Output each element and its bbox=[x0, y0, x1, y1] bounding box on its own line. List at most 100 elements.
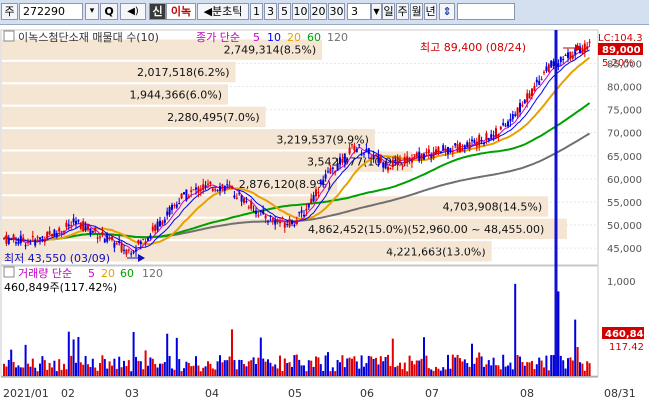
candle-body bbox=[531, 88, 533, 97]
volume-profile-label: 2,876,120(8.9%) bbox=[239, 178, 332, 191]
volume-bar bbox=[274, 364, 277, 376]
speaker-button[interactable]: ◀) bbox=[120, 3, 146, 20]
volume-bar bbox=[192, 365, 195, 376]
tab-year-label: 년 bbox=[425, 5, 436, 18]
candle-body bbox=[168, 207, 171, 215]
candle-body bbox=[535, 79, 538, 83]
market-select[interactable]: 주 bbox=[1, 3, 18, 20]
interval-20-button[interactable]: 20 bbox=[310, 3, 327, 20]
stock-chart[interactable]: 2,749,314(8.5%) 2,017,518(6.2%) 1,944,366(… bbox=[0, 25, 649, 403]
volume-bar bbox=[495, 365, 497, 376]
candle-body bbox=[216, 190, 219, 192]
candle-body bbox=[533, 86, 536, 91]
volume-bar bbox=[252, 357, 255, 376]
volume-bar bbox=[180, 371, 183, 376]
tick-period-button[interactable]: ◀분초틱 bbox=[197, 3, 249, 20]
volume-bar bbox=[478, 352, 481, 376]
candle-body bbox=[31, 236, 34, 238]
volume-bar bbox=[173, 369, 176, 376]
candle-body bbox=[425, 151, 428, 154]
candle-body bbox=[130, 253, 133, 255]
search-button[interactable]: Q bbox=[100, 3, 118, 20]
candle-body bbox=[226, 184, 229, 186]
legend-checkbox[interactable] bbox=[3, 30, 15, 42]
candle-body bbox=[149, 235, 152, 238]
volume-bar bbox=[490, 365, 493, 376]
volume-bar bbox=[103, 359, 106, 376]
candle-body bbox=[521, 104, 524, 107]
candle-body bbox=[259, 210, 262, 212]
price-axis-tick: 60,000 bbox=[607, 175, 642, 186]
volume-bar bbox=[581, 363, 584, 376]
candle-body bbox=[118, 241, 121, 244]
interval-3-button[interactable]: 3 bbox=[264, 3, 277, 20]
volume-bar bbox=[571, 360, 574, 376]
volume-bar bbox=[300, 365, 303, 376]
volume-bar bbox=[375, 357, 377, 376]
volume-bar bbox=[516, 355, 519, 376]
tab-day[interactable]: 일 bbox=[382, 3, 395, 20]
volume-bar bbox=[113, 358, 116, 376]
candle-body bbox=[523, 99, 526, 104]
tab-year[interactable]: 년 bbox=[424, 3, 437, 20]
candle-body bbox=[322, 179, 325, 185]
candle-body bbox=[39, 237, 41, 240]
interval-5-button[interactable]: 5 bbox=[278, 3, 291, 20]
candle-body bbox=[240, 195, 243, 202]
volume-bar bbox=[315, 356, 317, 376]
stock-name-field[interactable]: 이녹 bbox=[166, 3, 196, 20]
candle-body bbox=[111, 236, 113, 240]
volume-bar bbox=[91, 358, 94, 376]
volume-bar bbox=[219, 355, 221, 376]
expand-button[interactable]: ⇕ bbox=[439, 3, 455, 20]
candle-body bbox=[120, 242, 123, 252]
count-dropdown-button[interactable]: ▼ bbox=[371, 3, 382, 20]
ma-label: 종가 단순 bbox=[196, 31, 240, 44]
candle-body bbox=[418, 151, 421, 161]
candle-body bbox=[36, 236, 39, 238]
interval-10-button[interactable]: 10 bbox=[292, 3, 309, 20]
volume-bar bbox=[507, 365, 509, 376]
search-icon: Q bbox=[104, 5, 114, 18]
interval-1-button[interactable]: 1 bbox=[250, 3, 263, 20]
volume-bar bbox=[439, 370, 442, 376]
candle-body bbox=[461, 149, 464, 152]
candle-body bbox=[399, 159, 401, 161]
candle-body bbox=[396, 156, 399, 166]
volume-bar bbox=[451, 354, 454, 376]
volume-bar bbox=[202, 367, 205, 376]
volume-bar bbox=[415, 360, 418, 376]
volume-bar bbox=[111, 365, 113, 376]
volume-legend-checkbox[interactable] bbox=[3, 266, 15, 278]
volume-bar bbox=[135, 356, 137, 376]
candle-body bbox=[346, 159, 349, 161]
candle-body bbox=[502, 122, 505, 126]
candle-body bbox=[331, 167, 334, 169]
candle-body bbox=[271, 218, 274, 221]
candle-body bbox=[279, 222, 281, 224]
candle-body bbox=[358, 144, 361, 146]
low-price-note: 최저 43,550 (03/09) bbox=[4, 252, 110, 265]
count-select[interactable]: 3 bbox=[347, 3, 371, 20]
interval-30-button[interactable]: 30 bbox=[328, 3, 345, 20]
candle-body bbox=[437, 147, 440, 154]
volume-bar bbox=[127, 360, 130, 376]
tab-month[interactable]: 월 bbox=[410, 3, 423, 20]
volume-bar bbox=[269, 362, 272, 376]
new-badge[interactable]: 신 bbox=[149, 3, 166, 20]
blank-input[interactable] bbox=[457, 3, 515, 20]
candle-body bbox=[243, 198, 245, 203]
candle-body bbox=[478, 134, 481, 146]
high-price-note: 최고 89,400 (08/24) bbox=[420, 41, 526, 54]
candle-body bbox=[24, 245, 27, 247]
interval-label: 1 bbox=[253, 5, 260, 18]
stock-code-input[interactable]: 272290 bbox=[19, 3, 83, 20]
candle-body bbox=[567, 52, 569, 58]
candle-body bbox=[545, 66, 548, 71]
volume-bar bbox=[454, 357, 457, 376]
code-dropdown-button[interactable]: ▾ bbox=[85, 3, 99, 20]
chart-area[interactable]: 2,749,314(8.5%) 2,017,518(6.2%) 1,944,366(… bbox=[0, 25, 649, 403]
volume-bar bbox=[87, 364, 89, 376]
volume-bar bbox=[324, 355, 327, 376]
tab-week[interactable]: 주 bbox=[396, 3, 409, 20]
